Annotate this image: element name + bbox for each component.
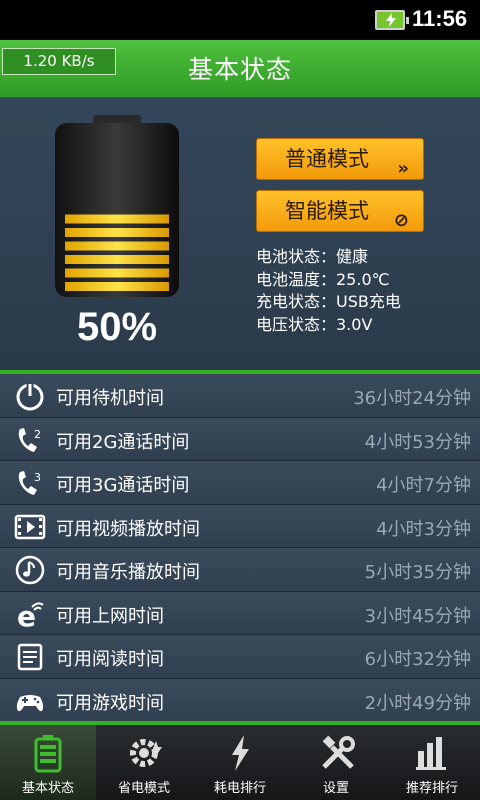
list-item-standby[interactable]: 可用待机时间 36小时24分钟 bbox=[0, 374, 480, 418]
double-chevron-right-icon: » bbox=[397, 158, 409, 179]
battery-level-icon bbox=[55, 115, 179, 297]
list-item-label: 可用2G通话时间 bbox=[56, 431, 190, 453]
status-bar: 11:56 bbox=[0, 0, 480, 40]
list-item-value: 4小时53分钟 bbox=[364, 431, 471, 453]
list-item-video[interactable]: 可用视频播放时间 4小时3分钟 bbox=[0, 504, 480, 548]
battery-percent: 50% bbox=[76, 305, 158, 349]
tab-settings[interactable]: 设置 bbox=[288, 725, 384, 800]
normal-mode-button[interactable]: 普通模式 » bbox=[256, 138, 424, 180]
battery-cell bbox=[65, 255, 169, 264]
gear-icon bbox=[130, 739, 162, 767]
battery-cell bbox=[65, 241, 169, 251]
battery-cell bbox=[65, 228, 169, 237]
list-item-reading[interactable]: 可用阅读时间 6小时32分钟 bbox=[0, 635, 480, 679]
tools-icon bbox=[322, 735, 355, 769]
normal-mode-label: 普通模式 bbox=[285, 147, 369, 171]
tab-power-saving[interactable]: 省电模式 bbox=[96, 725, 192, 800]
call-badge: 2 bbox=[34, 428, 41, 441]
clock: 11:56 bbox=[412, 6, 468, 31]
power-icon bbox=[16, 383, 44, 411]
list-item-value: 2小时49分钟 bbox=[364, 692, 471, 714]
tab-basic-status[interactable]: 基本状态 bbox=[0, 725, 96, 800]
list-item-label: 可用音乐播放时间 bbox=[56, 562, 200, 583]
list-item-gaming[interactable]: 可用游戏时间 2小时49分钟 bbox=[0, 678, 480, 722]
battery-cell bbox=[65, 268, 169, 278]
battery-health: 电池状态：健康 bbox=[256, 247, 369, 266]
list-item-value: 4小时3分钟 bbox=[376, 518, 471, 540]
charging-status: 充电状态：USB充电 bbox=[256, 292, 401, 311]
smart-mode-label: 智能模式 bbox=[285, 199, 369, 223]
list-item-value: 4小时7分钟 bbox=[376, 475, 471, 496]
list-item-label: 可用待机时间 bbox=[56, 388, 164, 409]
list-item-label: 可用游戏时间 bbox=[56, 692, 164, 714]
music-icon bbox=[15, 555, 45, 585]
list-item-2g-call[interactable]: 2 可用2G通话时间 4小时53分钟 bbox=[0, 417, 480, 461]
tab-label: 推荐排行 bbox=[405, 781, 458, 796]
battery-cell bbox=[65, 214, 169, 224]
call-badge: 3 bbox=[34, 471, 41, 484]
prohibited-icon: ⊘ bbox=[393, 210, 409, 231]
book-icon bbox=[17, 643, 43, 671]
battery-info: 电池状态：健康 电池温度：25.0℃ 充电状态：USB充电 电压状态：3.0V bbox=[256, 246, 401, 336]
video-icon bbox=[14, 514, 46, 539]
tab-label: 设置 bbox=[322, 781, 349, 796]
usage-time-list: 可用待机时间 36小时24分钟 2 可用2G通话时间 4小时53分钟 3 可用3… bbox=[0, 374, 480, 722]
battery-charging-icon bbox=[375, 10, 409, 30]
battery-cell bbox=[65, 282, 169, 291]
list-item-value: 5小时35分钟 bbox=[364, 562, 471, 583]
tab-label: 省电模式 bbox=[117, 781, 170, 796]
battery-icon bbox=[34, 735, 62, 773]
smart-mode-button[interactable]: 智能模式 ⊘ bbox=[256, 190, 424, 232]
list-item-value: 6小时32分钟 bbox=[364, 649, 471, 670]
tab-label: 基本状态 bbox=[21, 781, 74, 796]
tab-consumption-ranking[interactable]: 耗电排行 bbox=[192, 725, 288, 800]
call-3g-icon: 3 bbox=[18, 471, 41, 495]
list-item-label: 可用阅读时间 bbox=[56, 649, 164, 670]
call-2g-icon: 2 bbox=[18, 427, 41, 452]
list-item-music[interactable]: 可用音乐播放时间 5小时35分钟 bbox=[0, 548, 480, 592]
bottom-nav: 基本状态 省电模式 耗电排行 设置 推荐排行 bbox=[0, 725, 480, 800]
tab-recommended-ranking[interactable]: 推荐排行 bbox=[384, 725, 480, 800]
list-item-label: 可用3G通话时间 bbox=[56, 475, 190, 496]
voltage-status: 电压状态：3.0V bbox=[256, 314, 373, 334]
list-item-3g-call[interactable]: 3 可用3G通话时间 4小时7分钟 bbox=[0, 461, 480, 505]
list-item-value: 3小时45分钟 bbox=[364, 605, 471, 627]
list-item-value: 36小时24分钟 bbox=[353, 388, 471, 409]
gamepad-icon bbox=[16, 694, 44, 711]
lightning-icon bbox=[232, 735, 249, 771]
page-title: 基本状态 bbox=[187, 55, 292, 84]
list-item-internet[interactable]: e 可用上网时间 3小时45分钟 bbox=[0, 591, 480, 635]
list-item-label: 可用视频播放时间 bbox=[56, 518, 200, 540]
battery-temperature: 电池温度：25.0℃ bbox=[256, 269, 390, 289]
tab-label: 耗电排行 bbox=[213, 781, 266, 796]
browser-icon: e bbox=[17, 600, 44, 629]
bar-chart-icon bbox=[416, 737, 446, 770]
list-item-label: 可用上网时间 bbox=[56, 605, 164, 627]
svg-text:e: e bbox=[17, 600, 36, 629]
